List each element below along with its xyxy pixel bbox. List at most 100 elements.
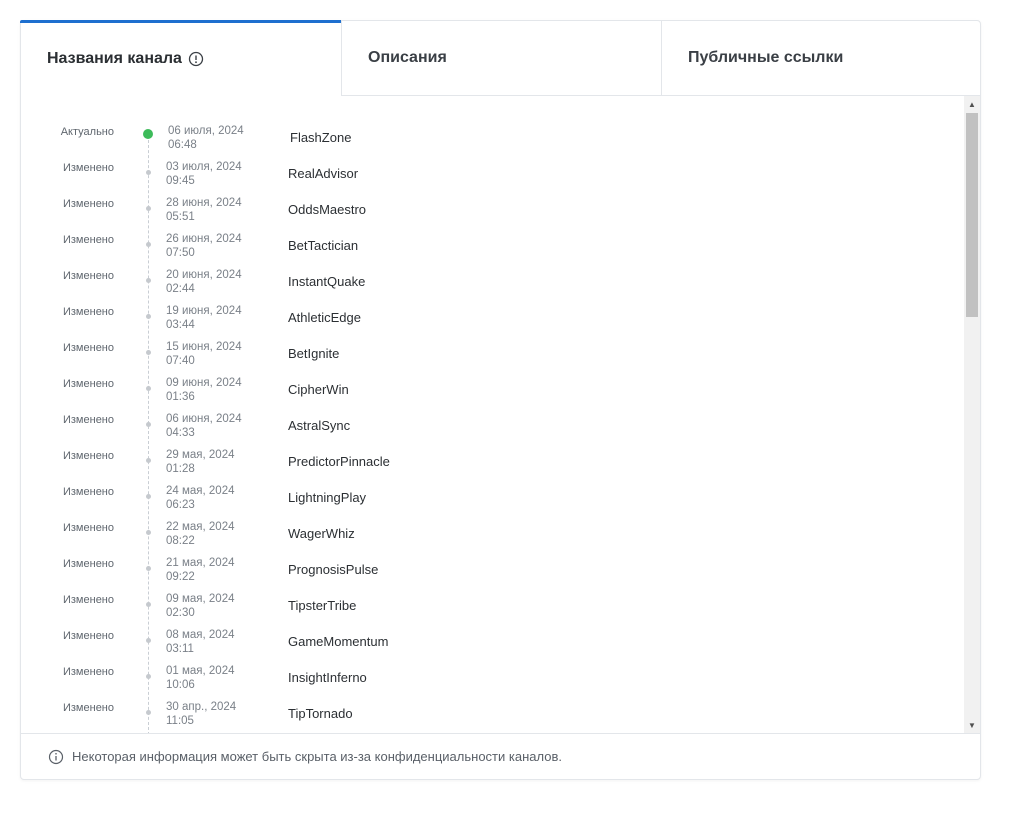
history-date: 30 апр., 2024	[166, 701, 237, 713]
history-row: Изменено 20 июня, 2024 02:44 InstantQuake	[21, 268, 961, 304]
history-datetime: 24 мая, 2024 06:23	[166, 484, 235, 512]
history-status: Изменено	[62, 270, 114, 282]
history-datetime: 30 апр., 2024 11:05	[166, 700, 236, 728]
channel-name: AstralSync	[288, 418, 351, 433]
timeline-dot	[146, 170, 151, 175]
info-circle-icon	[48, 749, 64, 765]
history-status: Изменено	[62, 522, 114, 534]
history-row: Изменено 09 июня, 2024 01:36 CipherWin	[21, 376, 961, 412]
history-datetime: 19 июня, 2024 03:44	[166, 304, 242, 332]
history-time: 11:05	[166, 715, 194, 727]
tab-label: Названия канала	[47, 49, 182, 67]
history-datetime: 26 июня, 2024 07:50	[166, 232, 242, 260]
history-date: 06 июня, 2024	[166, 413, 242, 425]
timeline-dot	[146, 710, 151, 715]
history-row: Изменено 06 июня, 2024 04:33 AstralSync	[21, 412, 961, 448]
channel-name: CipherWin	[288, 382, 349, 397]
tabs: Названия канала Описания Публичные ссылк…	[20, 20, 980, 96]
history-time: 01:36	[166, 391, 195, 403]
channel-name: OddsMaestro	[288, 202, 367, 217]
history-datetime: 03 июля, 2024 09:45	[166, 160, 242, 188]
history-status: Изменено	[62, 378, 114, 390]
channel-name: BetIgnite	[288, 346, 340, 361]
history-datetime: 29 мая, 2024 01:28	[166, 448, 235, 476]
history-datetime: 15 июня, 2024 07:40	[166, 340, 242, 368]
history-row: Изменено 30 апр., 2024 11:05 TipTornado	[21, 700, 961, 733]
history-status: Изменено	[62, 162, 114, 174]
history-status: Актуально	[60, 126, 114, 138]
history-date: 29 мая, 2024	[166, 449, 235, 461]
history-status: Изменено	[62, 666, 114, 678]
history-row: Изменено 19 июня, 2024 03:44 AthleticEdge	[21, 304, 961, 340]
channel-name: PredictorPinnacle	[288, 454, 390, 469]
channel-name: TipsterTribe	[288, 598, 357, 613]
timeline-dot	[146, 494, 151, 499]
scroll-up-arrow-icon[interactable]: ▲	[964, 96, 980, 112]
history-row: Изменено 15 июня, 2024 07:40 BetIgnite	[21, 340, 961, 376]
tab-public-links[interactable]: Публичные ссылки	[661, 21, 980, 96]
history-datetime: 09 мая, 2024 02:30	[166, 592, 235, 620]
timeline-dot	[146, 638, 151, 643]
history-status: Изменено	[62, 558, 114, 570]
history-row: Изменено 24 мая, 2024 06:23 LightningPlay	[21, 484, 961, 520]
channel-history-card: Названия канала Описания Публичные ссылк…	[20, 20, 981, 780]
history-datetime: 09 июня, 2024 01:36	[166, 376, 242, 404]
tab-descriptions[interactable]: Описания	[341, 21, 661, 96]
history-datetime: 20 июня, 2024 02:44	[166, 268, 242, 296]
timeline-dot	[146, 530, 151, 535]
history-datetime: 21 мая, 2024 09:22	[166, 556, 235, 584]
timeline-dot	[146, 602, 151, 607]
info-circle-icon[interactable]	[188, 51, 204, 67]
history-status: Изменено	[62, 198, 114, 210]
history-time: 10:06	[166, 679, 195, 691]
history-row: Изменено 09 мая, 2024 02:30 TipsterTribe	[21, 592, 961, 628]
history-row: Изменено 08 мая, 2024 03:11 GameMomentum	[21, 628, 961, 664]
history-time: 01:28	[166, 463, 195, 475]
timeline-dot	[146, 350, 151, 355]
history-time: 06:48	[168, 139, 197, 151]
history-time: 03:44	[166, 319, 195, 331]
history-row: Изменено 21 мая, 2024 09:22 PrognosisPulse	[21, 556, 961, 592]
history-time: 09:45	[166, 175, 195, 187]
timeline-dot	[146, 278, 151, 283]
history-date: 09 июня, 2024	[166, 377, 242, 389]
timeline-dot	[146, 566, 151, 571]
timeline-dot	[146, 206, 151, 211]
history-status: Изменено	[62, 306, 114, 318]
history-status: Изменено	[62, 702, 114, 714]
history-datetime: 28 июня, 2024 05:51	[166, 196, 242, 224]
history-time: 02:30	[166, 607, 195, 619]
scrollbar[interactable]: ▲ ▼	[964, 96, 980, 733]
timeline-dot	[146, 242, 151, 247]
history-datetime: 06 июля, 2024 06:48	[168, 124, 244, 152]
history-date: 01 мая, 2024	[166, 665, 235, 677]
history-status: Изменено	[62, 414, 114, 426]
channel-name: InstantQuake	[288, 274, 366, 289]
history-row: Изменено 28 июня, 2024 05:51 OddsMaestro	[21, 196, 961, 232]
history-status: Изменено	[62, 450, 114, 462]
history-row: Изменено 26 июня, 2024 07:50 BetTactician	[21, 232, 961, 268]
channel-name: GameMomentum	[288, 634, 389, 649]
history-time: 03:11	[166, 643, 194, 655]
history-status: Изменено	[62, 630, 114, 642]
history-time: 02:44	[166, 283, 195, 295]
history-date: 20 июня, 2024	[166, 269, 242, 281]
history-status: Изменено	[62, 342, 114, 354]
history-row: Изменено 22 мая, 2024 08:22 WagerWhiz	[21, 520, 961, 556]
history-time: 05:51	[166, 211, 195, 223]
timeline-dot	[146, 422, 151, 427]
channel-name: BetTactician	[288, 238, 359, 253]
privacy-notice: Некоторая информация может быть скрыта и…	[21, 733, 980, 779]
current-dot	[143, 129, 153, 139]
scroll-thumb[interactable]	[966, 113, 978, 317]
scroll-down-arrow-icon[interactable]: ▼	[964, 717, 980, 733]
history-status: Изменено	[62, 486, 114, 498]
history-time: 08:22	[166, 535, 195, 547]
timeline-dot	[146, 674, 151, 679]
tab-channel-names[interactable]: Названия канала	[20, 20, 341, 96]
history-date: 24 мая, 2024	[166, 485, 235, 497]
history-datetime: 01 мая, 2024 10:06	[166, 664, 235, 692]
channel-name: RealAdvisor	[288, 166, 359, 181]
history-date: 03 июля, 2024	[166, 161, 242, 173]
channel-name: LightningPlay	[288, 490, 367, 505]
